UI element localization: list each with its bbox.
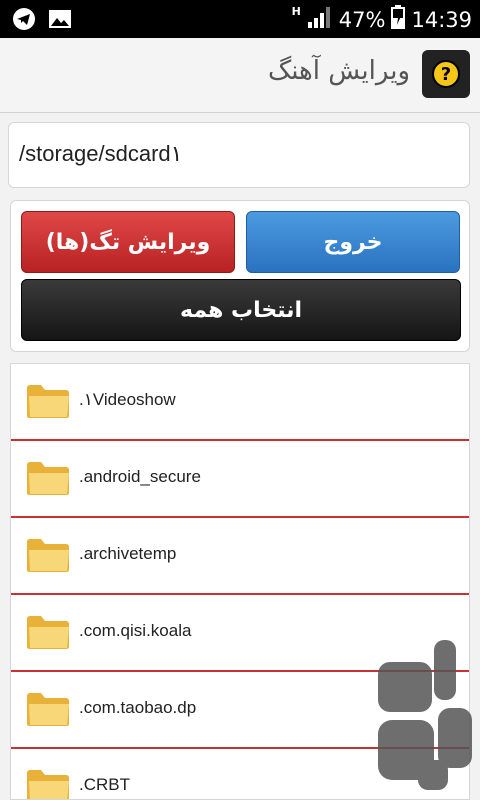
file-name: .com.qisi.koala: [79, 621, 192, 640]
battery-percent: 47%: [338, 7, 386, 32]
network-type: H: [291, 5, 301, 18]
file-name: .CRBT: [79, 775, 130, 794]
file-name: .android_secure: [79, 467, 201, 486]
current-path: /storage/sdcard۱: [19, 141, 183, 166]
page-title: ویرایش آهنگ: [267, 56, 410, 86]
telegram-icon: [12, 7, 36, 31]
action-bar: ویرایش آهنگ ?: [0, 38, 480, 113]
list-item[interactable]: .۱Videoshow: [11, 364, 469, 441]
exit-button[interactable]: خروج: [246, 211, 460, 273]
file-name: .۱Videoshow: [79, 390, 176, 409]
folder-icon: [27, 616, 69, 649]
image-icon: [48, 7, 72, 31]
button-panel: ویرایش تگ(ها) خروج انتخاب همه: [10, 200, 470, 352]
list-item[interactable]: .archivetemp: [11, 518, 469, 595]
path-field[interactable]: /storage/sdcard۱: [8, 122, 470, 188]
folder-icon: [27, 539, 69, 572]
cafebazaar-watermark-icon: [378, 640, 472, 790]
folder-icon: [27, 385, 69, 418]
folder-icon: [27, 693, 69, 726]
file-name: .archivetemp: [79, 544, 177, 563]
status-right: H 47% 14:39: [292, 5, 472, 34]
folder-icon: [27, 462, 69, 495]
notification-icons: [12, 7, 72, 31]
status-bar: H 47% 14:39: [0, 0, 480, 38]
folder-icon: [27, 770, 69, 799]
help-icon[interactable]: ?: [422, 50, 470, 98]
file-name: .com.taobao.dp: [79, 698, 197, 717]
battery-icon: [391, 5, 406, 34]
select-all-button[interactable]: انتخاب همه: [21, 279, 461, 341]
clock: 14:39: [411, 7, 472, 32]
list-item[interactable]: .android_secure: [11, 441, 469, 518]
signal-icon: [307, 6, 333, 33]
edit-tags-button[interactable]: ویرایش تگ(ها): [21, 211, 235, 273]
help-icon-glyph: ?: [432, 60, 460, 88]
